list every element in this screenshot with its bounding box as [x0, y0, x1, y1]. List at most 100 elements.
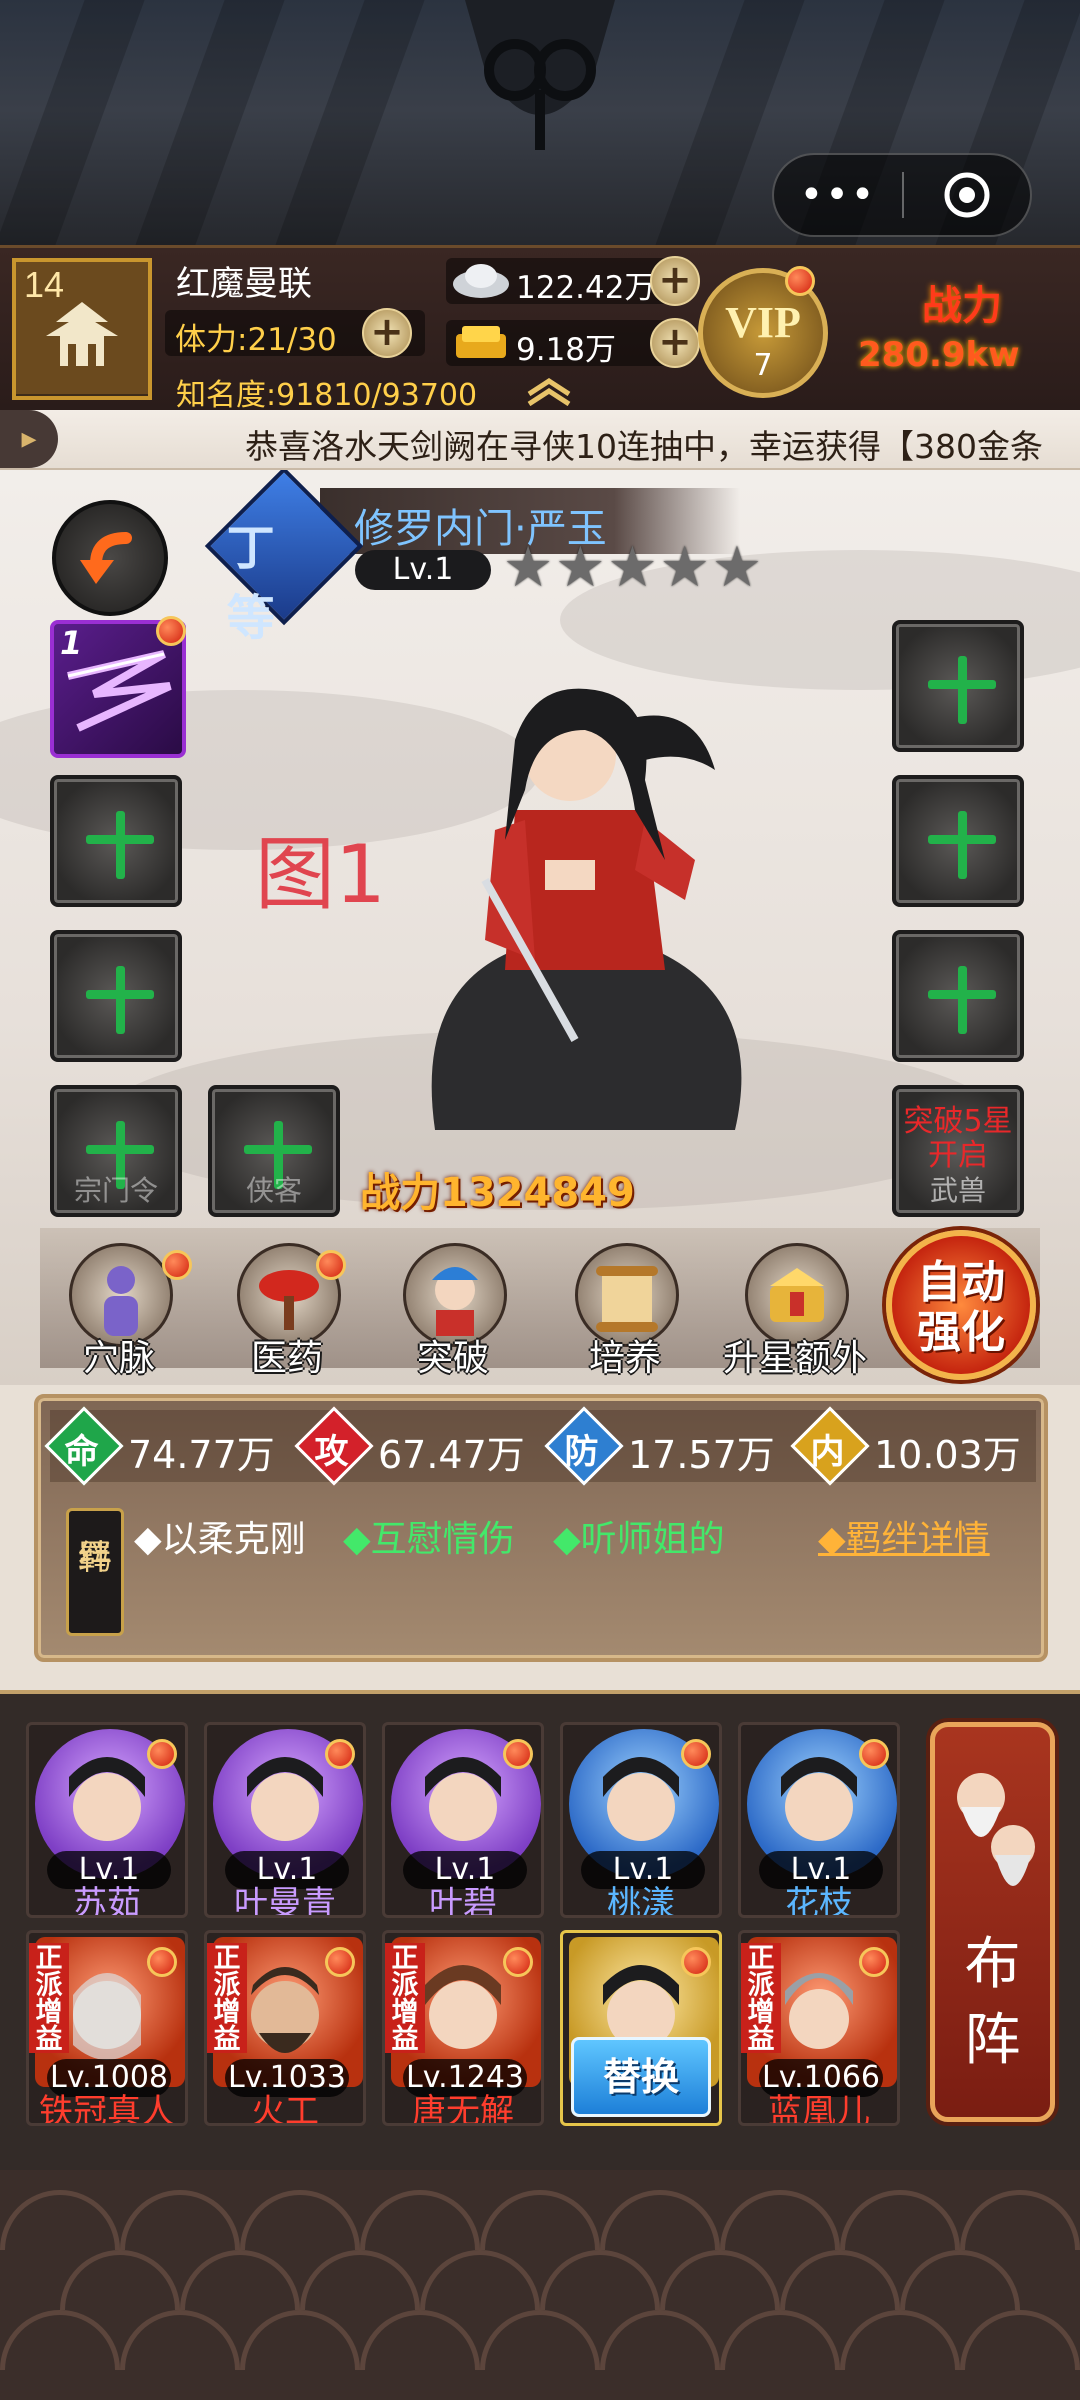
player-name: 红魔曼联: [176, 264, 312, 304]
formation-button[interactable]: 布阵: [930, 1722, 1055, 2122]
hero-face-icon: [251, 1967, 319, 2053]
faction-buff-tag: 正派增益: [29, 1943, 69, 2053]
formation-line1: 布: [964, 1932, 1021, 1997]
hero-character-illustration: [431, 688, 742, 1130]
hero-power: 战力1324849: [360, 1160, 700, 1220]
card-notification-dot: [859, 1947, 889, 1977]
wave-pattern: [720, 2190, 840, 2250]
team-card[interactable]: 正派增益 Lv.1008 铁冠真人: [26, 1930, 188, 2126]
team-card[interactable]: Lv.1 花枝: [738, 1722, 900, 1918]
hero-face-icon: [785, 1973, 853, 2049]
wave-pattern: [540, 2250, 660, 2310]
attribute-panel: 命 74.77万 攻 67.47万 防 17.57万 内 10.03万 羁绊 ◆…: [34, 1394, 1048, 1662]
stat-key: 命: [64, 1431, 99, 1472]
beast-unlock-hint: 突破5星开启: [903, 1104, 1013, 1173]
attack-gem-icon: 攻: [294, 1406, 374, 1486]
star-icon: ★: [659, 535, 710, 600]
card-name: 叶碧: [429, 1884, 497, 1918]
power-label: 战力: [922, 283, 1002, 329]
star-icon: ★: [711, 535, 763, 600]
wave-pattern: [0, 2190, 120, 2250]
card-notification-dot: [681, 1947, 711, 1977]
team-card-selected[interactable]: 替换: [560, 1930, 722, 2126]
card-name: 蓝凰儿: [768, 2092, 870, 2126]
vip-label: VIP: [725, 298, 801, 347]
total-power-badge[interactable]: 战力 280.9kw: [848, 273, 1073, 393]
equip-slot-left-2[interactable]: [50, 775, 182, 907]
fame-text: 知名度:91810/93700: [176, 378, 478, 413]
add-icon: [924, 652, 1000, 728]
collapse-chevron-icon[interactable]: [524, 376, 574, 406]
beast-slot-locked[interactable]: 突破5星开启 武兽: [892, 1085, 1024, 1217]
hero-face-icon: [425, 1965, 501, 2049]
equip-slot-right-3[interactable]: [892, 930, 1024, 1062]
hero-grade: 丁等: [226, 519, 275, 646]
gold-value: 9.18万: [516, 332, 617, 368]
close-target-button[interactable]: [904, 170, 1030, 220]
hero-face-icon: [73, 1973, 141, 2060]
func-breakthrough[interactable]: 突破: [388, 1235, 518, 1379]
bond-item: ◆以柔克刚: [134, 1519, 306, 1560]
func-notification-dot: [316, 1250, 346, 1280]
defense-gem-icon: 防: [544, 1406, 624, 1486]
wave-pattern: [480, 2190, 600, 2250]
equip-slot-right-1[interactable]: [892, 620, 1024, 752]
equip-slot-right-2[interactable]: [892, 775, 1024, 907]
back-button[interactable]: [52, 500, 168, 616]
team-card[interactable]: 正派增益 Lv.1066 蓝凰儿: [738, 1930, 900, 2126]
wave-pattern: [600, 2310, 720, 2370]
wave-pattern: [120, 2310, 240, 2370]
hero-face-icon: [603, 1757, 679, 1841]
card-name: 苏茹: [73, 1884, 141, 1918]
bond-detail-link[interactable]: ◆羁绊详情: [818, 1510, 990, 1562]
inner-gem-icon: 内: [790, 1406, 870, 1486]
auto-strengthen-label: 自动 强化: [892, 1258, 1030, 1358]
bond-tag: 羁绊: [66, 1508, 124, 1636]
team-card[interactable]: Lv.1 苏茹: [26, 1722, 188, 1918]
roof-tile: [0, 0, 145, 245]
equip-slot-left-3[interactable]: [50, 930, 182, 1062]
card-notification-dot: [503, 1947, 533, 1977]
stat-key: 内: [810, 1431, 845, 1472]
player-level: 14: [24, 264, 65, 305]
func-notification-dot: [162, 1250, 192, 1280]
roof-tile: [275, 0, 425, 245]
wave-pattern: [480, 2310, 600, 2370]
team-card[interactable]: 正派增益 Lv.1033 火工: [204, 1930, 366, 2126]
auto-strengthen-button[interactable]: 自动 强化: [886, 1230, 1036, 1380]
faction-buff-tag: 正派增益: [385, 1943, 425, 2053]
add-stamina-button[interactable]: +: [362, 308, 412, 358]
team-card[interactable]: Lv.1 叶碧: [382, 1722, 544, 1918]
wave-pattern: [600, 2190, 720, 2250]
player-avatar[interactable]: 14: [12, 258, 152, 400]
card-name: 桃漾: [607, 1884, 675, 1918]
more-dots-icon[interactable]: •••: [774, 153, 902, 237]
wave-pattern: [360, 2310, 480, 2370]
add-silver-button[interactable]: +: [650, 256, 700, 306]
hero-face-icon: [425, 1757, 501, 1841]
wave-pattern: [240, 2310, 360, 2370]
announcement-marquee: ▸ 恭喜洛水天剑阙在寻侠10连抽中，幸运获得【380金条: [0, 410, 1080, 470]
sect-token-label: 宗门令: [73, 1174, 158, 1207]
add-icon: [924, 807, 1000, 883]
vip-level: 7: [753, 348, 773, 383]
hero-level: Lv.1: [392, 552, 454, 587]
func-star-upgrade[interactable]: 升星额外: [723, 1235, 867, 1379]
wave-pattern: [960, 2190, 1080, 2250]
team-card[interactable]: Lv.1 叶曼青: [204, 1722, 366, 1918]
sect-token-slot[interactable]: 宗门令: [50, 1085, 182, 1217]
func-label: 穴脉: [82, 1338, 155, 1379]
add-gold-button[interactable]: +: [650, 318, 700, 368]
bond-item: ◆听师姐的: [553, 1519, 725, 1560]
companion-slot[interactable]: 侠客: [208, 1085, 340, 1217]
team-card[interactable]: 正派增益 Lv.1243 唐无解: [382, 1930, 544, 2126]
marquee-arrow-icon[interactable]: ▸: [0, 410, 58, 468]
team-card[interactable]: Lv.1 桃漾: [560, 1722, 722, 1918]
swap-button[interactable]: 替换: [571, 2037, 711, 2117]
card-notification-dot: [147, 1947, 177, 1977]
beast-label: 武兽: [929, 1174, 986, 1207]
func-training[interactable]: 培养: [560, 1235, 690, 1379]
wave-pattern: [240, 2190, 360, 2250]
wave-pattern: [420, 2250, 540, 2310]
attribute-row: 命 74.77万 攻 67.47万 防 17.57万 内 10.03万: [44, 1406, 1036, 1486]
